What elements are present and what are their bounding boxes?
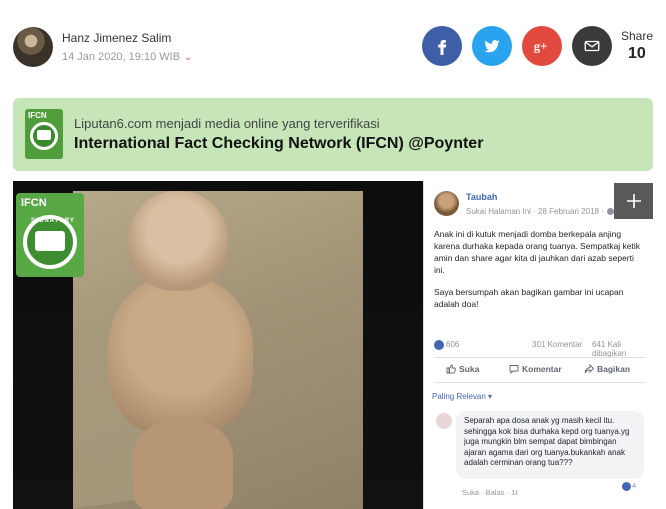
comment-meta: Suka · Balas · 1t — [462, 488, 518, 497]
google-plus-share-button[interactable]: g+ — [522, 26, 562, 66]
author-avatar[interactable] — [13, 27, 53, 67]
post-meta: Sukai Halaman Ini · 28 Februari 2018 · — [466, 207, 614, 216]
ifcn-signatory-badge-icon: IFCN SIGNATORY — [16, 193, 84, 277]
hoax-photo: IFCN SIGNATORY — [13, 181, 423, 509]
post-author-name: Taubah — [466, 192, 498, 202]
svg-text:g+: g+ — [534, 40, 548, 54]
post-actions: Suka Komentar Bagikan — [434, 364, 646, 378]
comment-bubble: Separah apa dosa anak yg masih kecil itu… — [456, 411, 644, 479]
banner-title[interactable]: International Fact Checking Network (IFC… — [74, 135, 483, 153]
thumbs-up-icon — [446, 364, 456, 374]
twitter-share-button[interactable] — [472, 26, 512, 66]
expand-image-button[interactable] — [614, 183, 653, 219]
article-title-fragment — [0, 0, 666, 6]
banner-subtitle: Liputan6.com menjadi media online yang t… — [74, 116, 380, 131]
post-paragraph: Saya bersumpah akan bagikan gambar ini u… — [434, 287, 624, 309]
article-image: IFCN SIGNATORY Taubah Sukai Halaman Ini … — [13, 181, 653, 509]
post-share-action: Bagikan — [584, 364, 630, 374]
google-plus-icon: g+ — [534, 40, 548, 54]
post-stats: 606 301 Komentar 641 Kali dibagikan — [434, 340, 646, 358]
comment-sort: Paling Relevan ▾ — [432, 392, 493, 401]
commenter-avatar — [436, 413, 452, 429]
post-avatar — [434, 191, 459, 216]
globe-icon — [606, 208, 614, 216]
comment-reactions: 4 — [622, 481, 636, 491]
post-paragraph: Anak ini di kutuk menjadi domba berkepal… — [434, 229, 641, 275]
mail-share-button[interactable] — [572, 26, 612, 66]
share-label: Share — [621, 29, 654, 43]
plus-icon — [626, 194, 641, 208]
ifcn-banner[interactable]: IFCN Liputan6.com menjadi media online y… — [13, 98, 653, 171]
article-page: Hanz Jimenez Salim 14 Jan 2020, 19:10 WI… — [0, 0, 666, 509]
author-name[interactable]: Hanz Jimenez Salim — [62, 31, 171, 45]
like-reaction-icon — [622, 481, 631, 491]
comment-icon — [509, 365, 519, 374]
chevron-down-icon[interactable]: ⌄ — [184, 52, 192, 63]
facebook-icon — [438, 40, 447, 55]
facebook-share-button[interactable] — [422, 26, 462, 66]
ifcn-logo-text: IFCN — [28, 111, 47, 120]
like-reaction-icon — [434, 340, 444, 350]
creature-figure — [108, 191, 258, 509]
post-body: Anak ini di kutuk menjadi domba berkepal… — [434, 228, 644, 320]
mail-icon — [584, 40, 600, 52]
ifcn-logo-icon: IFCN — [25, 109, 63, 159]
facebook-post-screenshot: Taubah Sukai Halaman Ini · 28 Februari 2… — [423, 181, 653, 509]
share-count: 10 — [628, 45, 646, 62]
twitter-icon — [484, 40, 500, 53]
share-arrow-icon — [584, 364, 594, 374]
post-comment-action: Komentar — [509, 364, 562, 374]
post-like-action: Suka — [446, 364, 479, 374]
publish-date: 14 Jan 2020, 19:10 WIB ⌄ — [62, 51, 193, 63]
